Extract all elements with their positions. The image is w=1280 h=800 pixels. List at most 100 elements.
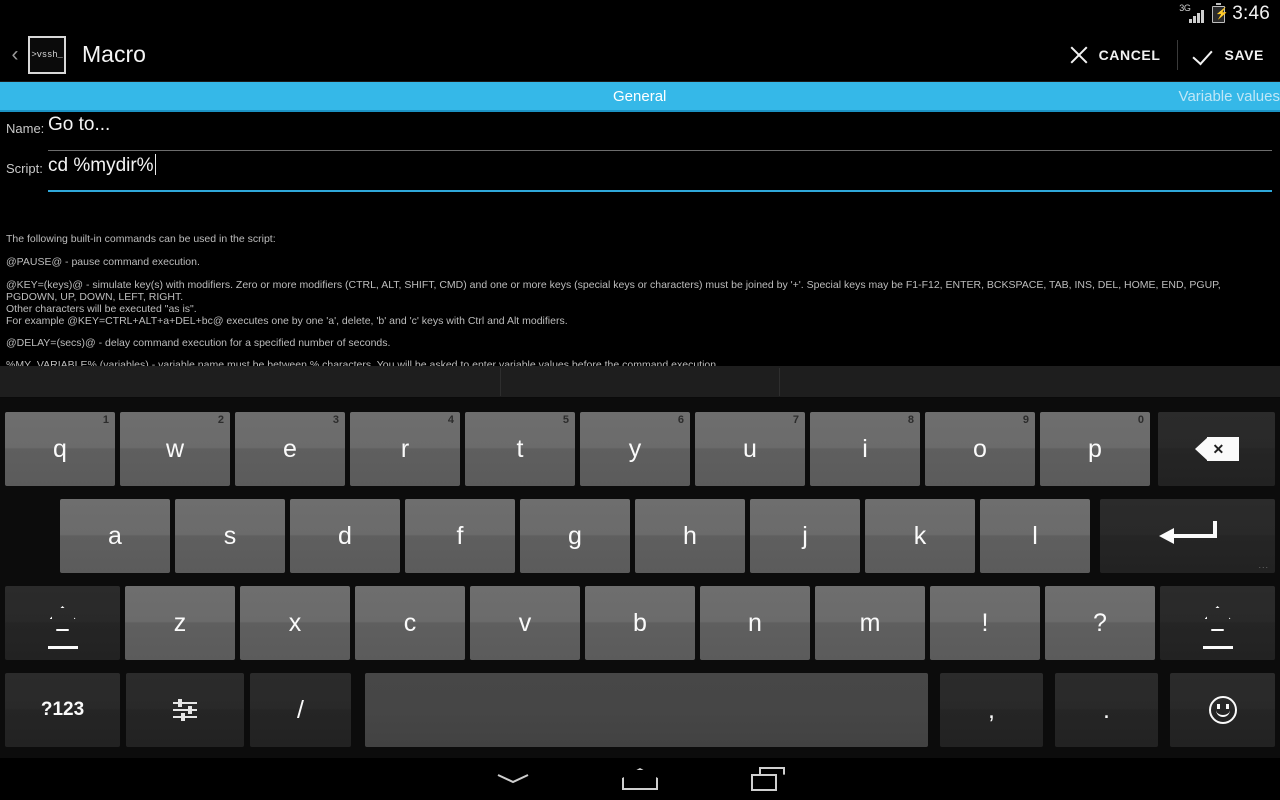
recents-button[interactable]	[728, 758, 808, 800]
key-![interactable]: !	[930, 586, 1040, 660]
key-label: t	[516, 434, 524, 463]
suggestion-divider	[779, 368, 780, 396]
key-label: !	[981, 608, 989, 637]
key-o[interactable]: 9o	[925, 412, 1035, 486]
cancel-button[interactable]: CANCEL	[1052, 28, 1177, 82]
key-p[interactable]: 0p	[1040, 412, 1150, 486]
key-v[interactable]: v	[470, 586, 580, 660]
key-label: p	[1088, 434, 1102, 463]
key-x[interactable]: x	[240, 586, 350, 660]
tab-bar: General Variable values	[0, 82, 1280, 112]
key-y[interactable]: 6y	[580, 412, 690, 486]
key-c[interactable]: c	[355, 586, 465, 660]
key-settings[interactable]	[126, 673, 244, 747]
key-h[interactable]: h	[635, 499, 745, 573]
key-g[interactable]: g	[520, 499, 630, 573]
home-button[interactable]	[600, 758, 680, 800]
key-label: o	[973, 434, 987, 463]
check-icon	[1194, 44, 1216, 66]
key-alt-number: 2	[217, 414, 224, 426]
key-label: w	[165, 434, 185, 463]
tab-variable-values[interactable]: Variable values	[1179, 88, 1280, 105]
keyboard-row-4: ?123 /,.	[0, 673, 1280, 751]
script-underline	[48, 190, 1272, 192]
key-b[interactable]: b	[585, 586, 695, 660]
key-label: g	[568, 521, 582, 550]
key-u[interactable]: 7u	[695, 412, 805, 486]
key-z[interactable]: z	[125, 586, 235, 660]
key-r[interactable]: 4r	[350, 412, 460, 486]
backspace-icon: ✕	[1194, 437, 1239, 461]
help-text: The following built-in commands can be u…	[6, 233, 1274, 371]
shift-icon	[1201, 606, 1235, 649]
key-alt-number: 9	[1022, 414, 1029, 426]
key-alt-number: 7	[792, 414, 799, 426]
key-label: y	[628, 434, 642, 463]
suggestion-divider	[500, 368, 501, 396]
key-label: r	[400, 434, 410, 463]
key-j[interactable]: j	[750, 499, 860, 573]
key-i[interactable]: 8i	[810, 412, 920, 486]
keyboard-row-1: 1 q 2 w 3 e 4 r 5 t 6 y 7 u 8 i 9 o 0 p ✕	[0, 412, 1280, 490]
key-enter[interactable]: ...	[1100, 499, 1275, 573]
key-f[interactable]: f	[405, 499, 515, 573]
key-comma[interactable]: ,	[940, 673, 1043, 747]
key-alt-number: 0	[1137, 414, 1144, 426]
key-shift-right[interactable]	[1160, 586, 1275, 660]
key-symbols[interactable]: ?123	[5, 673, 120, 747]
key-label: b	[633, 608, 647, 637]
script-input[interactable]: cd %mydir%	[48, 154, 1272, 177]
key-m[interactable]: m	[815, 586, 925, 660]
key-label: u	[743, 434, 757, 463]
key-a[interactable]: a	[60, 499, 170, 573]
key-alt-number: 1	[102, 414, 109, 426]
key-d[interactable]: d	[290, 499, 400, 573]
key-period[interactable]: .	[1055, 673, 1158, 747]
key-shift-left[interactable]	[5, 586, 120, 660]
network-type-label: 3G	[1179, 3, 1191, 13]
script-field-row: Script: cd %mydir%	[0, 152, 1280, 192]
help-intro: The following built-in commands can be u…	[6, 233, 276, 245]
enter-more-dots: ...	[1258, 560, 1269, 570]
back-chevron-icon[interactable]: ‹	[4, 44, 26, 65]
key-label: h	[683, 521, 697, 550]
key-l[interactable]: l	[980, 499, 1090, 573]
key-label: f	[456, 521, 464, 550]
name-underline	[48, 150, 1272, 151]
help-key-3: For example @KEY=CTRL+ALT+a+DEL+bc@ exec…	[6, 315, 568, 327]
key-label: i	[862, 434, 868, 463]
keyboard: 1 q 2 w 3 e 4 r 5 t 6 y 7 u 8 i 9 o 0 p ✕ a s d f g h j k l... zxcvb…	[0, 366, 1280, 758]
app-logo-icon[interactable]: >vssh_	[28, 35, 66, 74]
key-q[interactable]: 1q	[5, 412, 115, 486]
app-screen: 3G ⚡ 3:46 ‹ >vssh_ Macro CANCEL SAVE Gen…	[0, 0, 1280, 800]
key-k[interactable]: k	[865, 499, 975, 573]
name-input[interactable]: Go to...	[48, 114, 1272, 136]
settings-icon	[173, 699, 197, 721]
key-space[interactable]	[365, 673, 928, 747]
help-key-1: @KEY=(keys)@ - simulate key(s) with modi…	[6, 279, 1221, 303]
key-label: .	[1103, 695, 1110, 724]
key-alt-number: 8	[907, 414, 914, 426]
enter-icon	[1158, 521, 1217, 551]
key-?[interactable]: ?	[1045, 586, 1155, 660]
home-icon	[622, 768, 658, 790]
key-w[interactable]: 2w	[120, 412, 230, 486]
key-label: ?123	[40, 699, 85, 720]
save-label: SAVE	[1224, 46, 1264, 63]
key-alt-number: 3	[332, 414, 339, 426]
action-bar: ‹ >vssh_ Macro CANCEL SAVE	[0, 28, 1280, 82]
tab-general[interactable]: General	[613, 88, 666, 105]
key-e[interactable]: 3e	[235, 412, 345, 486]
key-s[interactable]: s	[175, 499, 285, 573]
hide-keyboard-button[interactable]	[473, 758, 553, 800]
shift-icon	[46, 606, 80, 649]
key-n[interactable]: n	[700, 586, 810, 660]
key-alt-number: 4	[447, 414, 454, 426]
save-button[interactable]: SAVE	[1178, 28, 1280, 82]
page-title: Macro	[82, 41, 146, 67]
key-backspace[interactable]: ✕	[1158, 412, 1275, 486]
key-t[interactable]: 5t	[465, 412, 575, 486]
key-slash[interactable]: /	[250, 673, 351, 747]
key-emoji[interactable]	[1170, 673, 1275, 747]
suggestion-strip[interactable]	[0, 366, 1280, 398]
